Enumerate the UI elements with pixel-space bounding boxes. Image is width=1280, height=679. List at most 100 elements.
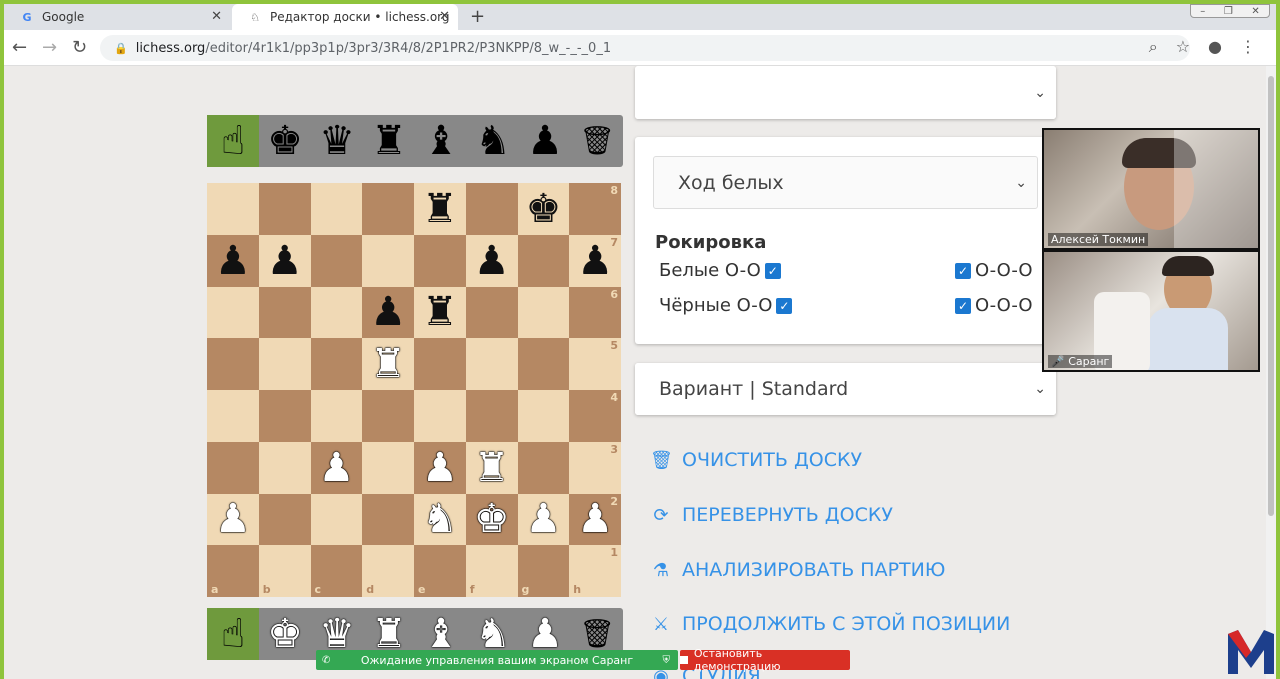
tab-lichess-editor[interactable]: ♘ Редактор доски • lichess.org ✕	[232, 4, 458, 30]
black-oo-row[interactable]: Чёрные O-O ✓	[659, 295, 793, 316]
square-b4[interactable]	[258, 390, 311, 442]
square-b5[interactable]	[258, 338, 311, 390]
white-knight[interactable]: ♞	[422, 499, 458, 539]
square-d5[interactable]: ♜	[362, 338, 414, 390]
black-pawn[interactable]: ♟	[370, 292, 406, 332]
clear-board-button[interactable]: 🗑 ОЧИСТИТЬ ДОСКУ	[650, 449, 862, 471]
square-b2[interactable]	[258, 493, 311, 546]
zoom-icon[interactable]: ⌕	[1149, 37, 1158, 57]
square-h3[interactable]: 3	[569, 441, 621, 494]
close-icon[interactable]: ✕	[211, 9, 222, 24]
square-f2[interactable]: ♚	[465, 493, 518, 546]
close-icon[interactable]: ✕	[439, 9, 450, 24]
square-b3[interactable]	[258, 441, 311, 494]
square-a8[interactable]	[207, 183, 259, 235]
square-h1[interactable]: 1h	[569, 545, 621, 597]
back-icon[interactable]: ←	[12, 37, 27, 58]
square-g3[interactable]	[517, 441, 570, 494]
black-rook-spare[interactable]: ♜	[363, 115, 415, 167]
square-a3[interactable]	[207, 441, 259, 494]
square-f5[interactable]	[465, 338, 518, 390]
square-g2[interactable]: ♟	[517, 493, 570, 546]
square-e1[interactable]: e	[414, 545, 466, 597]
video-tile-2[interactable]: 🎤 Саранг	[1042, 250, 1260, 372]
square-h6[interactable]: 6	[569, 286, 621, 339]
square-a7[interactable]: ♟	[207, 234, 259, 287]
black-pawn[interactable]: ♟	[474, 241, 510, 281]
square-e6[interactable]: ♜	[414, 286, 466, 339]
close-window-icon[interactable]: ✕	[1251, 6, 1259, 17]
white-ooo-row[interactable]: ✓ O-O-O	[955, 260, 1033, 281]
black-pawn-spare[interactable]: ♟	[519, 115, 571, 167]
square-e3[interactable]: ♟	[414, 441, 466, 494]
square-d4[interactable]	[362, 390, 414, 442]
black-knight-spare[interactable]: ♞	[467, 115, 519, 167]
white-king[interactable]: ♚	[474, 499, 510, 539]
square-f6[interactable]	[465, 286, 518, 339]
square-c2[interactable]	[310, 493, 363, 546]
square-c6[interactable]	[310, 286, 363, 339]
square-e8[interactable]: ♜	[414, 183, 466, 235]
square-c7[interactable]	[310, 234, 363, 287]
white-oo-checkbox[interactable]: ✓	[764, 262, 781, 279]
square-a6[interactable]	[207, 286, 259, 339]
reload-icon[interactable]: ↻	[72, 37, 87, 58]
square-f8[interactable]	[465, 183, 518, 235]
black-king-spare[interactable]: ♚	[259, 115, 311, 167]
square-d2[interactable]	[362, 493, 414, 546]
square-d3[interactable]	[362, 441, 414, 494]
variant-select[interactable]: Вариант | Standard ⌄	[635, 363, 1056, 415]
square-g6[interactable]	[517, 286, 570, 339]
black-pawn[interactable]: ♟	[215, 241, 251, 281]
trash-icon[interactable]: 🗑	[571, 115, 623, 167]
white-pawn[interactable]: ♟	[422, 448, 458, 488]
square-e4[interactable]	[414, 390, 466, 442]
square-b8[interactable]	[258, 183, 311, 235]
square-c3[interactable]: ♟	[310, 441, 363, 494]
square-c1[interactable]: c	[310, 545, 363, 597]
square-e2[interactable]: ♞	[414, 493, 466, 546]
square-b1[interactable]: b	[258, 545, 311, 597]
square-g5[interactable]	[517, 338, 570, 390]
square-c8[interactable]	[310, 183, 363, 235]
square-d8[interactable]	[362, 183, 414, 235]
forward-icon[interactable]: →	[42, 37, 57, 58]
black-pawn[interactable]: ♟	[267, 241, 303, 281]
square-f7[interactable]: ♟	[465, 234, 518, 287]
square-g1[interactable]: g	[517, 545, 570, 597]
square-h2[interactable]: ♟ 2	[569, 493, 621, 546]
pointer-tool-icon[interactable]: ☝	[207, 115, 259, 167]
tab-google[interactable]: G Google ✕	[4, 4, 230, 30]
white-ooo-checkbox[interactable]: ✓	[955, 262, 971, 279]
square-h4[interactable]: 4	[569, 390, 621, 442]
white-rook[interactable]: ♜	[370, 344, 406, 384]
white-pawn[interactable]: ♟	[318, 448, 354, 488]
turn-select[interactable]: Ход белых ⌄	[653, 156, 1038, 209]
square-f1[interactable]: f	[465, 545, 518, 597]
pointer-tool-icon[interactable]: ☝	[207, 608, 259, 660]
black-oo-checkbox[interactable]: ✓	[776, 297, 793, 314]
square-a4[interactable]	[207, 390, 259, 442]
chessboard[interactable]: ♜ ♚ 8 ♟ ♟ ♟ ♟ 7 ♟ ♜ 6 ♜ 5 4 ♟ ♟ ♜ 3 ♟ ♞ ♚ ♟ ♟ 2 a b c d e f g 1 h	[207, 183, 621, 597]
square-h7[interactable]: ♟ 7	[569, 234, 621, 287]
square-a5[interactable]	[207, 338, 259, 390]
square-g8[interactable]: ♚	[517, 183, 570, 235]
page-scrollbar[interactable]	[1266, 66, 1276, 679]
restore-icon[interactable]: ❐	[1224, 6, 1233, 17]
black-bishop-spare[interactable]: ♝	[415, 115, 467, 167]
square-e5[interactable]	[414, 338, 466, 390]
flip-board-button[interactable]: ⟳ ПЕРЕВЕРНУТЬ ДОСКУ	[650, 504, 892, 526]
menu-icon[interactable]: ⋮	[1240, 37, 1256, 57]
white-pawn[interactable]: ♟	[215, 499, 251, 539]
square-a1[interactable]: a	[207, 545, 259, 597]
black-pawn[interactable]: ♟	[577, 241, 613, 281]
square-b7[interactable]: ♟	[258, 234, 311, 287]
square-g7[interactable]	[517, 234, 570, 287]
black-queen-spare[interactable]: ♛	[311, 115, 363, 167]
square-d7[interactable]	[362, 234, 414, 287]
continue-button[interactable]: ⚔ ПРОДОЛЖИТЬ С ЭТОЙ ПОЗИЦИИ	[650, 613, 1010, 635]
minimize-icon[interactable]: –	[1200, 6, 1205, 17]
square-g4[interactable]	[517, 390, 570, 442]
white-rook[interactable]: ♜	[474, 448, 510, 488]
square-f3[interactable]: ♜	[465, 441, 518, 494]
